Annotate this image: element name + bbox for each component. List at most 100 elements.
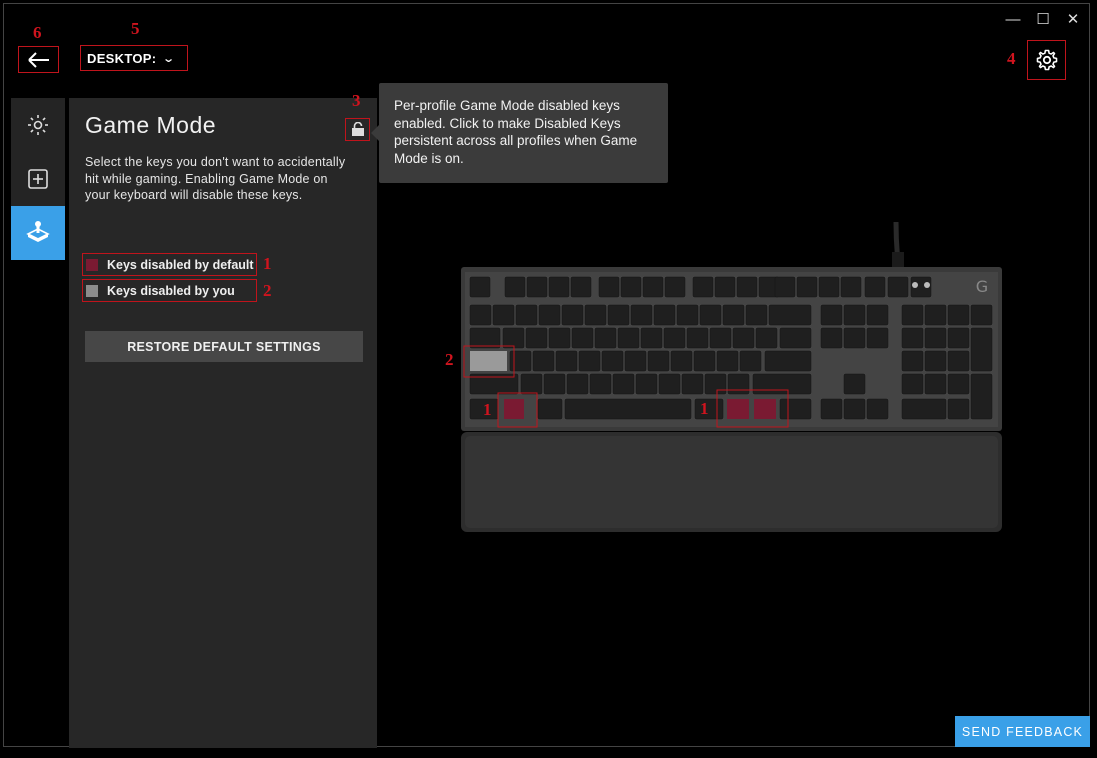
keycap[interactable] bbox=[796, 276, 818, 298]
keycap[interactable] bbox=[642, 276, 664, 298]
keycap[interactable] bbox=[663, 327, 686, 349]
keycap[interactable] bbox=[901, 304, 924, 326]
lock-toggle-button[interactable] bbox=[345, 118, 370, 141]
keycap[interactable] bbox=[681, 373, 704, 395]
keycap[interactable] bbox=[924, 350, 947, 372]
keycap[interactable] bbox=[670, 350, 693, 372]
keycap[interactable] bbox=[709, 327, 732, 349]
send-feedback-button[interactable]: SEND FEEDBACK bbox=[955, 716, 1090, 747]
keycap[interactable] bbox=[924, 373, 947, 395]
keycap[interactable] bbox=[543, 373, 566, 395]
keycap[interactable] bbox=[589, 373, 612, 395]
keycap[interactable] bbox=[612, 373, 635, 395]
keycap[interactable] bbox=[566, 373, 589, 395]
keycap[interactable] bbox=[594, 327, 617, 349]
keycap[interactable] bbox=[548, 276, 570, 298]
keycap[interactable] bbox=[820, 304, 843, 326]
keycap[interactable] bbox=[555, 350, 578, 372]
keycap[interactable] bbox=[901, 398, 947, 420]
restore-default-button[interactable]: RESTORE DEFAULT SETTINGS bbox=[85, 331, 363, 362]
keycap[interactable] bbox=[901, 350, 924, 372]
keycap[interactable] bbox=[570, 276, 592, 298]
keycap[interactable] bbox=[764, 350, 812, 372]
minimize-button[interactable]: — bbox=[1003, 10, 1023, 30]
profile-selector[interactable]: DESKTOP: ⌄ bbox=[80, 45, 188, 71]
keycap[interactable] bbox=[635, 373, 658, 395]
keycap[interactable] bbox=[686, 327, 709, 349]
keycap[interactable] bbox=[924, 304, 947, 326]
keycap[interactable] bbox=[732, 327, 755, 349]
keycap[interactable] bbox=[584, 304, 607, 326]
keycap[interactable] bbox=[502, 327, 525, 349]
keycap[interactable] bbox=[469, 276, 491, 298]
keycap[interactable] bbox=[492, 304, 515, 326]
keycap[interactable] bbox=[630, 304, 653, 326]
keycap[interactable] bbox=[676, 304, 699, 326]
keycap[interactable] bbox=[840, 276, 862, 298]
keycap[interactable] bbox=[970, 327, 993, 372]
keycap[interactable] bbox=[970, 304, 993, 326]
keycap[interactable] bbox=[624, 350, 647, 372]
keycap[interactable] bbox=[607, 304, 630, 326]
keycap[interactable] bbox=[548, 327, 571, 349]
keycap[interactable] bbox=[947, 304, 970, 326]
keycap[interactable] bbox=[843, 304, 866, 326]
keycap[interactable] bbox=[755, 327, 778, 349]
keycap[interactable] bbox=[887, 276, 909, 298]
keycap[interactable] bbox=[469, 327, 501, 349]
rail-item-game-mode[interactable] bbox=[11, 206, 65, 260]
keycap[interactable] bbox=[901, 373, 924, 395]
keycap[interactable] bbox=[617, 327, 640, 349]
keycap[interactable] bbox=[866, 327, 889, 349]
keycap[interactable] bbox=[561, 304, 584, 326]
keycap[interactable] bbox=[653, 304, 676, 326]
keycap[interactable] bbox=[947, 327, 970, 349]
keycap[interactable] bbox=[947, 373, 970, 395]
keycap[interactable] bbox=[515, 304, 538, 326]
keycap[interactable] bbox=[716, 350, 739, 372]
keycap[interactable] bbox=[818, 276, 840, 298]
keycap[interactable] bbox=[699, 304, 722, 326]
keycap[interactable] bbox=[664, 276, 686, 298]
close-button[interactable]: ✕ bbox=[1063, 10, 1083, 30]
keycap[interactable] bbox=[704, 373, 727, 395]
rail-item-lighting[interactable] bbox=[11, 98, 65, 152]
keycap[interactable] bbox=[640, 327, 663, 349]
keycap[interactable] bbox=[736, 276, 758, 298]
maximize-button[interactable]: ☐ bbox=[1033, 10, 1053, 30]
keycap[interactable] bbox=[714, 276, 736, 298]
keycap[interactable] bbox=[864, 276, 886, 298]
rail-item-assignments[interactable] bbox=[11, 152, 65, 206]
keycap[interactable] bbox=[601, 350, 624, 372]
settings-button[interactable] bbox=[1027, 40, 1066, 80]
keycap[interactable] bbox=[901, 327, 924, 349]
keycap[interactable] bbox=[779, 398, 812, 420]
keycap[interactable] bbox=[564, 398, 692, 420]
keycap[interactable] bbox=[658, 373, 681, 395]
keycap[interactable] bbox=[537, 398, 563, 420]
keycap[interactable] bbox=[538, 304, 561, 326]
keycap[interactable] bbox=[843, 327, 866, 349]
keycap[interactable] bbox=[578, 350, 601, 372]
keycap[interactable] bbox=[866, 398, 889, 420]
keycap[interactable] bbox=[779, 327, 812, 349]
keycap[interactable] bbox=[727, 373, 750, 395]
keycap[interactable] bbox=[843, 398, 866, 420]
keycap[interactable] bbox=[532, 350, 555, 372]
keycap[interactable] bbox=[722, 304, 745, 326]
keyboard-illustration[interactable]: G bbox=[455, 221, 1007, 537]
keycap[interactable] bbox=[620, 276, 642, 298]
keycap[interactable] bbox=[866, 304, 889, 326]
keycap[interactable] bbox=[647, 350, 670, 372]
keycap[interactable] bbox=[745, 304, 768, 326]
keycap[interactable] bbox=[947, 350, 970, 372]
keycap[interactable] bbox=[525, 327, 548, 349]
keycap[interactable] bbox=[768, 304, 812, 326]
keycap[interactable] bbox=[752, 373, 812, 395]
keycap[interactable] bbox=[774, 276, 796, 298]
keycap[interactable] bbox=[820, 327, 843, 349]
keycap[interactable] bbox=[970, 373, 993, 420]
keycap[interactable] bbox=[469, 304, 492, 326]
keycap[interactable] bbox=[526, 276, 548, 298]
keycap[interactable] bbox=[598, 276, 620, 298]
